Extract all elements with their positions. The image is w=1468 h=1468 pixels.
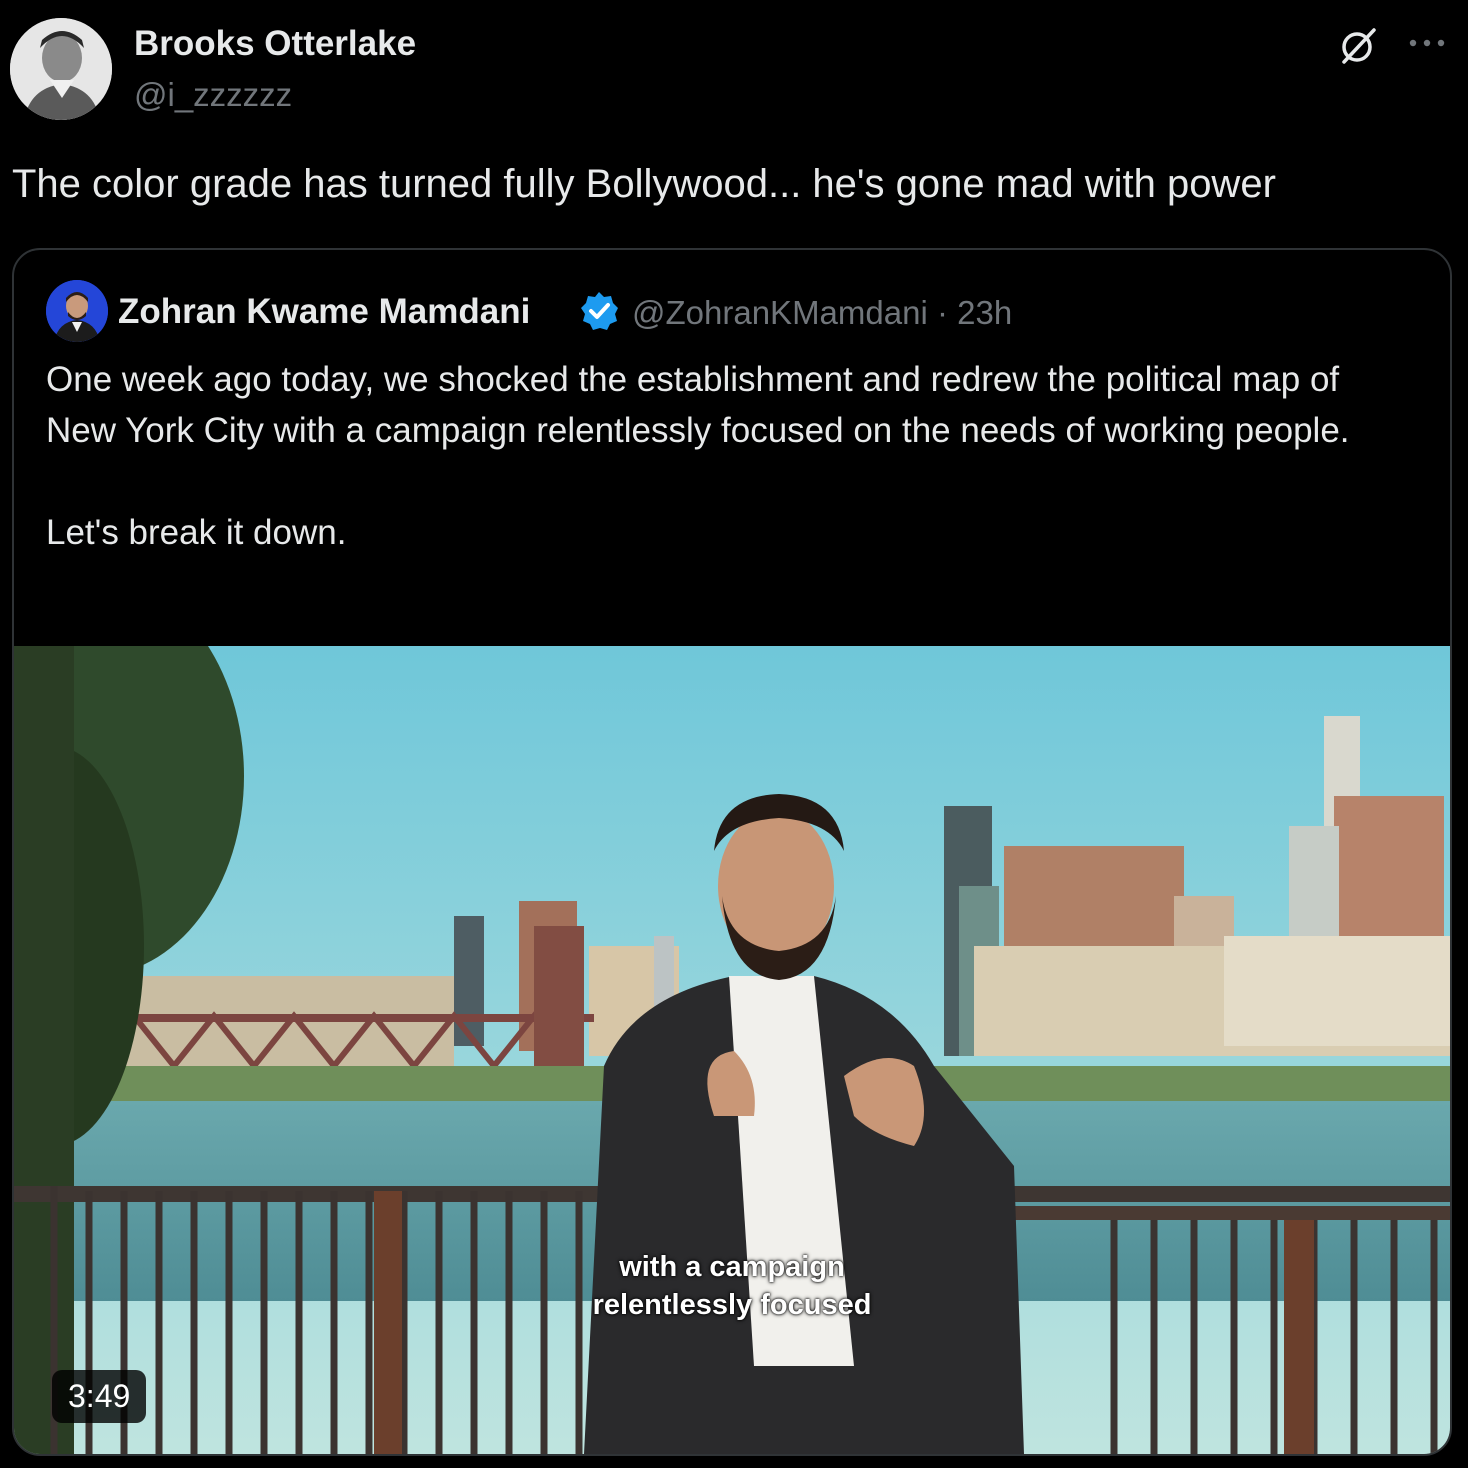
video-frame [14, 646, 1450, 1454]
author-handle[interactable]: @i_zzzzzz [134, 76, 292, 114]
quoted-tweet-text: One week ago today, we shocked the estab… [46, 360, 1350, 552]
video-duration-badge: 3:49 [52, 1370, 147, 1423]
video-caption-text: with a campaign relentlessly focused [592, 1251, 872, 1321]
quoted-handle-time[interactable]: @ZohranKMamdani · 23h [632, 294, 1012, 332]
author-avatar[interactable] [10, 18, 112, 120]
tweet-text: The color grade has turned fully Bollywo… [12, 162, 1276, 206]
video-caption: with a campaign relentlessly focused [14, 1248, 1450, 1324]
author-name[interactable]: Brooks Otterlake [134, 24, 416, 64]
quoted-author-avatar[interactable] [46, 280, 108, 342]
verified-badge-icon [581, 292, 618, 330]
quoted-tweet-card[interactable]: Zohran Kwame Mamdani @ZohranKMamdani · 2… [12, 248, 1452, 1456]
grok-icon[interactable] [1336, 24, 1380, 68]
quoted-author-name[interactable]: Zohran Kwame Mamdani [118, 292, 530, 332]
more-icon[interactable] [1404, 20, 1450, 66]
video-player[interactable]: with a campaign relentlessly focused 3:4… [14, 646, 1450, 1454]
